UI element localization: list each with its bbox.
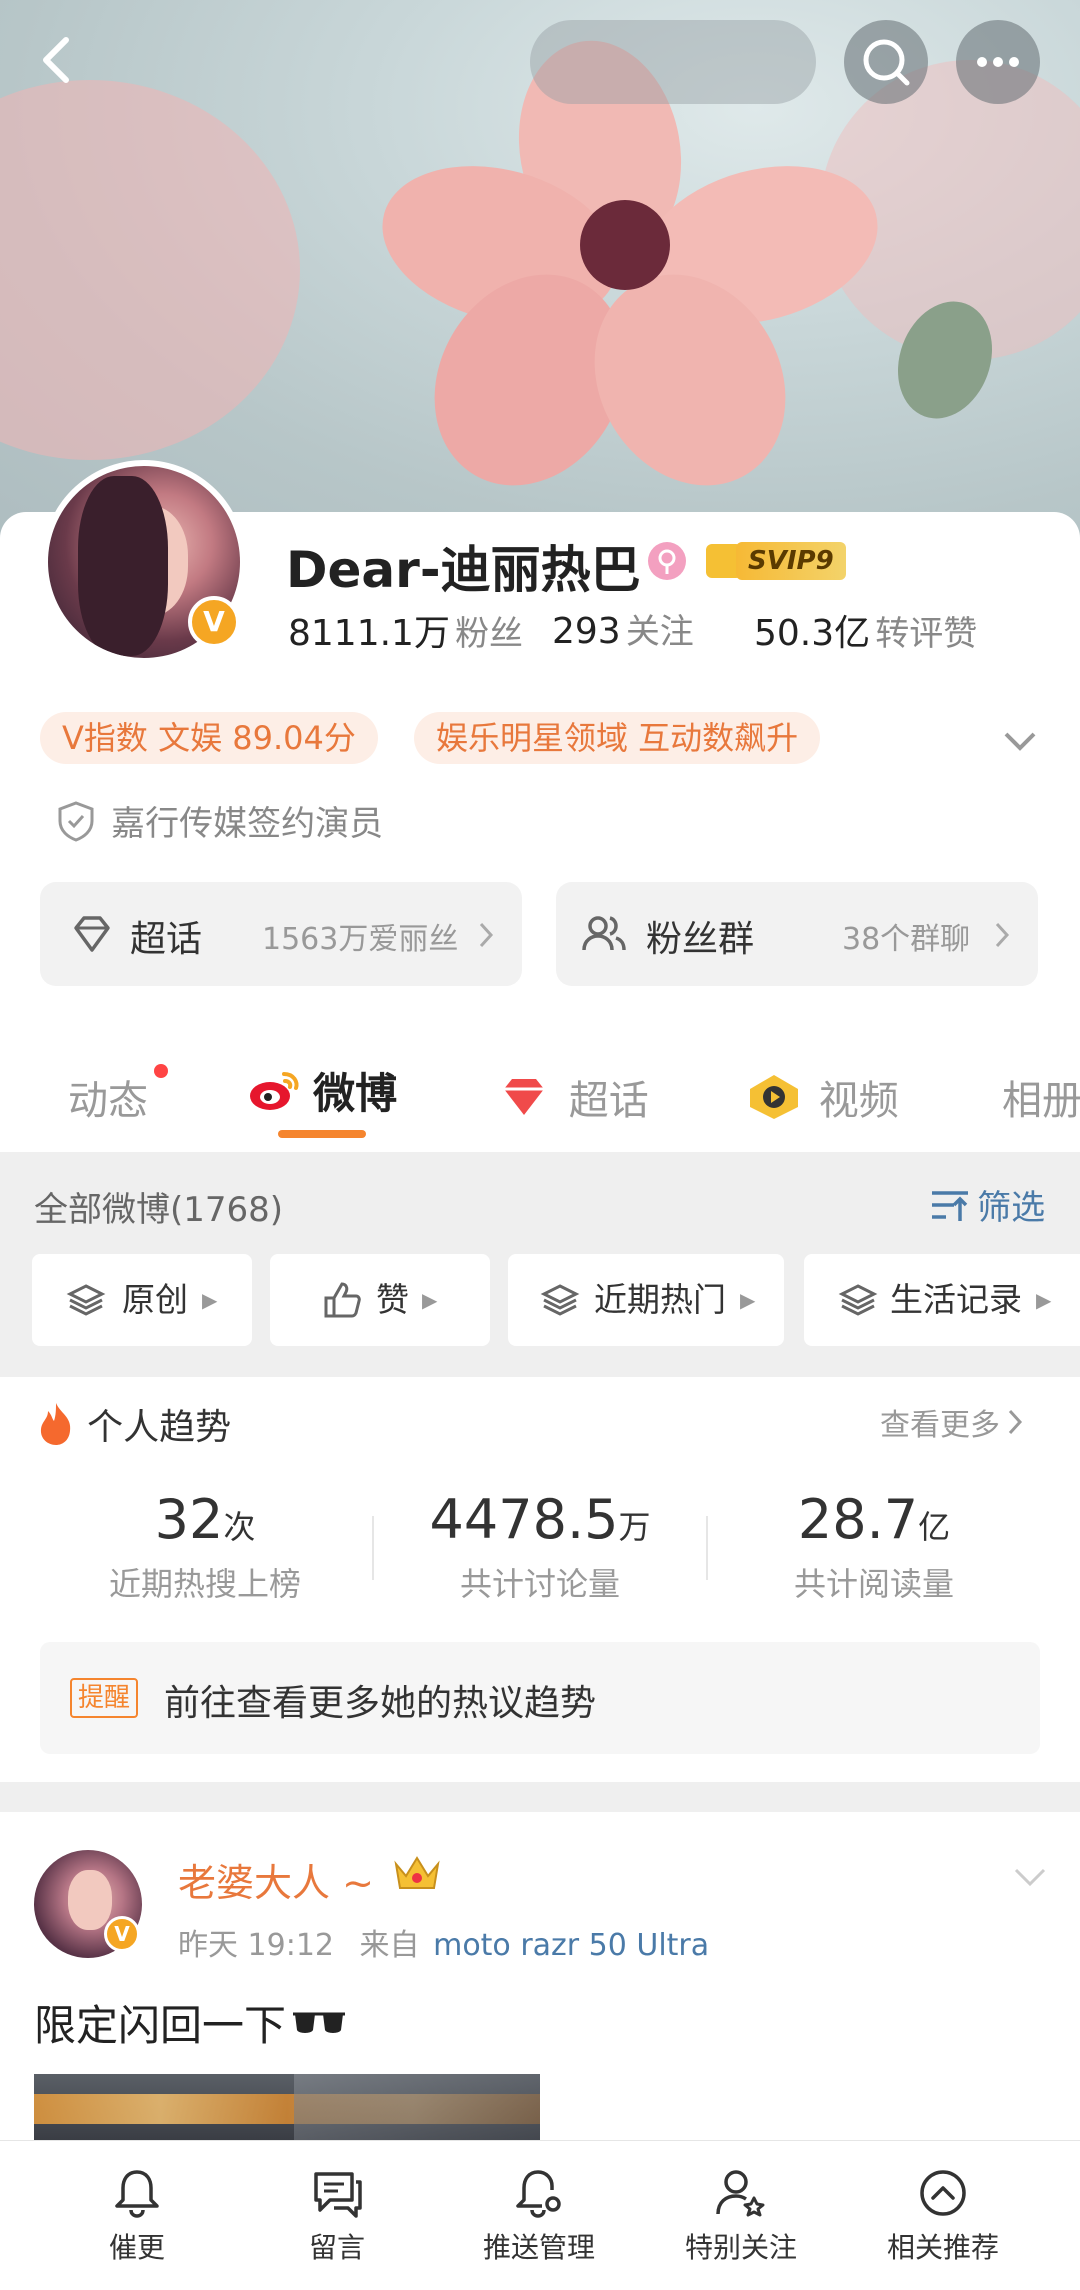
message-button[interactable]: 留言 bbox=[262, 2166, 412, 2266]
post-menu-chevron-icon[interactable] bbox=[1010, 1858, 1050, 1894]
notification-dot bbox=[154, 1064, 168, 1078]
chevron-right-icon bbox=[1008, 1409, 1023, 1435]
verified-badge-icon: V bbox=[188, 596, 240, 648]
chip-original[interactable]: 原创 ▶ bbox=[32, 1254, 252, 1346]
related-recommend-button[interactable]: 相关推荐 bbox=[868, 2166, 1018, 2266]
trend-more-link[interactable]: 查看更多 bbox=[880, 1400, 1025, 1444]
bell-settings-icon bbox=[516, 2170, 561, 2218]
bell-icon bbox=[115, 2170, 159, 2218]
thumbs-up-icon bbox=[324, 1282, 361, 1318]
banner-pill bbox=[530, 20, 816, 104]
expand-chevron-icon[interactable] bbox=[1000, 720, 1040, 760]
post-text: 限定闪回一下 bbox=[34, 1992, 347, 2053]
sunglasses-icon bbox=[293, 2012, 346, 2033]
feed-title: 全部微博(1768) bbox=[34, 1190, 284, 1230]
v-index-tag[interactable]: V指数 文娱 89.04分 bbox=[40, 712, 378, 764]
tab-super-topic[interactable]: 超话 bbox=[498, 1068, 649, 1126]
push-settings-button[interactable]: 推送管理 bbox=[464, 2166, 614, 2266]
trend-reminder-banner[interactable]: 提醒 前往查看更多她的热议趋势 bbox=[40, 1642, 1040, 1754]
fan-group-link[interactable]: 粉丝群 38个群聊 bbox=[556, 882, 1038, 986]
female-gender-icon bbox=[648, 542, 686, 580]
post-meta: 昨天 19:12 来自 moto razr 50 Ultra bbox=[178, 1928, 710, 1963]
shield-icon bbox=[58, 800, 94, 842]
chip-liked[interactable]: 赞 ▶ bbox=[270, 1254, 490, 1346]
layers-icon bbox=[66, 1284, 106, 1316]
super-topic-link[interactable]: 超话 1563万爱丽丝 bbox=[40, 882, 522, 986]
filter-button[interactable]: 筛选 bbox=[928, 1180, 1045, 1229]
verification-row: 嘉行传媒签约演员 bbox=[56, 796, 383, 845]
back-button[interactable] bbox=[28, 30, 88, 90]
special-follow-button[interactable]: 特别关注 bbox=[666, 2166, 816, 2266]
trend-header: 个人趋势 bbox=[36, 1398, 231, 1450]
svip-badge: SVIP9 bbox=[706, 540, 852, 582]
caret-right-icon: ▶ bbox=[422, 1288, 438, 1312]
weibo-icon bbox=[250, 1071, 299, 1110]
trend-stat-hot-search: 32次 近期热搜上榜 bbox=[108, 1488, 301, 1603]
chevron-right-icon bbox=[995, 922, 1010, 948]
trend-stat-discussion: 4478.5万 共计讨论量 bbox=[429, 1488, 651, 1603]
caret-right-icon: ▶ bbox=[740, 1288, 756, 1312]
chip-recent-hot[interactable]: 近期热门 ▶ bbox=[508, 1254, 784, 1346]
caret-right-icon: ▶ bbox=[202, 1288, 218, 1312]
chip-life-record[interactable]: 生活记录 ▶ bbox=[804, 1254, 1080, 1346]
domain-tag[interactable]: 娱乐明星领域 互动数飙升 bbox=[414, 712, 821, 764]
post-crown-icon bbox=[390, 1852, 444, 1896]
profile-name: Dear-迪丽热巴 bbox=[286, 541, 641, 599]
caret-right-icon: ▶ bbox=[1036, 1288, 1052, 1312]
tab-active-indicator bbox=[278, 1130, 366, 1138]
more-button[interactable] bbox=[956, 20, 1040, 104]
layers-icon bbox=[540, 1284, 580, 1316]
stat-followers[interactable]: 8111.1万 粉丝 bbox=[288, 604, 523, 656]
stat-reposts-likes[interactable]: 50.3亿 转评赞 bbox=[754, 604, 977, 656]
section-divider bbox=[0, 1782, 1080, 1812]
back-arrow-icon bbox=[43, 37, 69, 83]
flame-icon bbox=[40, 1403, 71, 1445]
tab-weibo[interactable]: 微博 bbox=[248, 1060, 397, 1121]
tab-activity[interactable]: 动态 bbox=[68, 1064, 168, 1126]
filter-icon bbox=[932, 1190, 968, 1221]
layers-icon bbox=[838, 1284, 878, 1316]
group-icon bbox=[582, 916, 626, 951]
more-dots-icon bbox=[977, 57, 1019, 67]
search-button[interactable] bbox=[844, 20, 928, 104]
arrow-up-circle-icon bbox=[920, 2170, 966, 2216]
reminder-tag: 提醒 bbox=[70, 1678, 139, 1718]
search-icon bbox=[863, 39, 910, 86]
trend-stat-reads: 28.7亿 共计阅读量 bbox=[793, 1488, 954, 1603]
chevron-right-icon bbox=[479, 922, 494, 948]
user-star-icon bbox=[716, 2170, 765, 2217]
message-icon bbox=[314, 2172, 362, 2218]
urge-update-button[interactable]: 催更 bbox=[62, 2166, 212, 2266]
tab-video[interactable]: 视频 bbox=[746, 1068, 899, 1126]
tab-album[interactable]: 相册 bbox=[1002, 1068, 1080, 1126]
super-topic-diamond-icon bbox=[504, 1079, 544, 1115]
video-icon bbox=[750, 1075, 798, 1119]
post-verified-badge-icon: V bbox=[104, 1916, 140, 1952]
post-image[interactable] bbox=[34, 2074, 540, 2140]
diamond-icon bbox=[74, 916, 110, 952]
post-author[interactable]: 老婆大人 ~ bbox=[178, 1852, 374, 1907]
stat-following[interactable]: 293 关注 bbox=[552, 604, 694, 653]
